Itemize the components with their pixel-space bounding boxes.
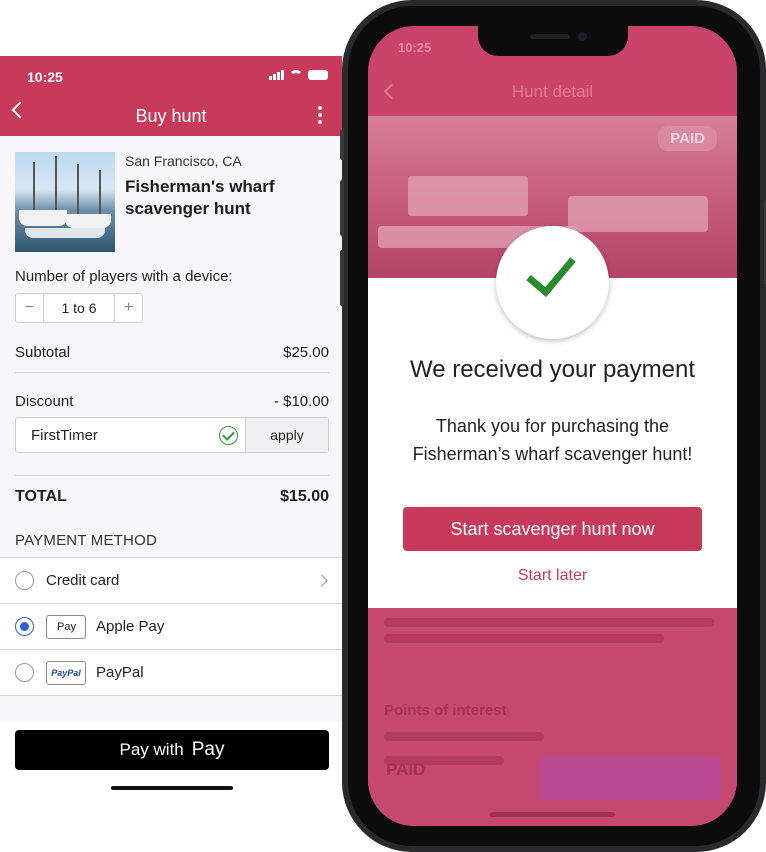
paid-label: PAID bbox=[386, 760, 426, 779]
side-button bbox=[340, 250, 344, 306]
battery-icon bbox=[308, 70, 328, 80]
pay-button-brand: Pay bbox=[191, 739, 225, 760]
coupon-code: FirstTimer bbox=[31, 426, 98, 444]
players-label: Number of players with a device: bbox=[15, 268, 233, 285]
signal-icon bbox=[269, 70, 284, 80]
players-value: 1 to 6 bbox=[43, 294, 115, 322]
chevron-right-icon bbox=[315, 574, 328, 587]
apple-pay-badge-icon: Pay bbox=[46, 614, 86, 639]
hunt-title: Fisherman's wharf scavenger hunt bbox=[125, 177, 275, 218]
coupon-field: FirstTimer apply bbox=[15, 417, 329, 453]
app-header: 10:25 Buy hunt bbox=[0, 56, 342, 136]
divider bbox=[15, 475, 329, 476]
discount-label: Discount bbox=[15, 393, 74, 410]
payment-option-label: Credit card bbox=[46, 572, 120, 589]
checkmark-icon bbox=[526, 245, 576, 297]
success-badge bbox=[496, 226, 609, 339]
payment-method-list: Credit card Pay Apple Pay PayPal PayPal bbox=[0, 557, 342, 696]
home-indicator bbox=[490, 812, 615, 817]
subtotal-label: Subtotal bbox=[15, 344, 71, 361]
home-indicator bbox=[111, 786, 233, 790]
divider bbox=[15, 372, 329, 373]
points-of-interest-heading: Points of interest bbox=[384, 702, 507, 719]
apple-pay-button[interactable]: Pay with Pay bbox=[15, 730, 329, 770]
payment-option-paypal[interactable]: PayPal PayPal bbox=[0, 650, 342, 696]
buy-hunt-screen: 10:25 Buy hunt San Francisco, CA Fisherm… bbox=[0, 56, 342, 796]
total-label: TOTAL bbox=[15, 488, 67, 505]
subtotal-value: $25.00 bbox=[283, 344, 329, 361]
start-hunt-button-bg bbox=[539, 756, 721, 800]
subtotal-row: Subtotal $25.00 bbox=[15, 344, 329, 361]
hunt-thumbnail bbox=[15, 152, 115, 252]
payment-option-label: PayPal bbox=[96, 664, 144, 681]
status-icons bbox=[269, 70, 328, 80]
phone-frame: 10:25 Hunt detail PAID Points of interes… bbox=[340, 0, 766, 852]
check-circle-icon bbox=[219, 426, 238, 445]
phone-screen: 10:25 Hunt detail PAID Points of interes… bbox=[368, 26, 737, 826]
apply-button[interactable]: apply bbox=[245, 418, 328, 452]
payment-option-apple-pay[interactable]: Pay Apple Pay bbox=[0, 604, 342, 650]
discount-value: - $10.00 bbox=[273, 393, 329, 410]
players-stepper: − 1 to 6 + bbox=[15, 293, 143, 323]
discount-row: Discount - $10.00 bbox=[15, 393, 329, 410]
total-row: TOTAL $15.00 bbox=[15, 488, 329, 506]
page-title: Hunt detail bbox=[511, 82, 594, 101]
status-time: 10:25 bbox=[398, 40, 432, 55]
start-later-link[interactable]: Start later bbox=[368, 567, 737, 585]
payment-method-heading: PAYMENT METHOD bbox=[15, 532, 157, 549]
notch bbox=[478, 26, 628, 56]
side-button bbox=[340, 130, 344, 160]
payment-option-label: Apple Pay bbox=[96, 618, 165, 635]
more-menu-icon[interactable] bbox=[318, 106, 322, 127]
confirmation-message: Thank you for purchasing the Fisherman’s… bbox=[412, 416, 693, 464]
status-time: 10:25 bbox=[27, 69, 63, 85]
start-scavenger-hunt-button[interactable]: Start scavenger hunt now bbox=[403, 507, 702, 551]
radio-button-selected[interactable] bbox=[15, 617, 34, 636]
radio-button[interactable] bbox=[15, 571, 34, 590]
side-button bbox=[340, 180, 344, 236]
payment-option-credit-card[interactable]: Credit card bbox=[0, 558, 342, 604]
radio-button[interactable] bbox=[15, 663, 34, 682]
decrement-button[interactable]: − bbox=[16, 294, 43, 322]
paid-tag: PAID bbox=[658, 126, 717, 151]
page-title: Buy hunt bbox=[135, 106, 207, 126]
total-value: $15.00 bbox=[280, 488, 329, 505]
wifi-icon bbox=[289, 70, 303, 80]
hunt-city: San Francisco, CA bbox=[125, 153, 242, 169]
coupon-input[interactable]: FirstTimer bbox=[16, 418, 245, 452]
increment-button[interactable]: + bbox=[115, 294, 142, 322]
confirmation-title: We received your payment bbox=[409, 356, 696, 383]
pay-button-label: Pay with bbox=[119, 740, 184, 759]
paypal-badge-icon: PayPal bbox=[46, 660, 86, 685]
